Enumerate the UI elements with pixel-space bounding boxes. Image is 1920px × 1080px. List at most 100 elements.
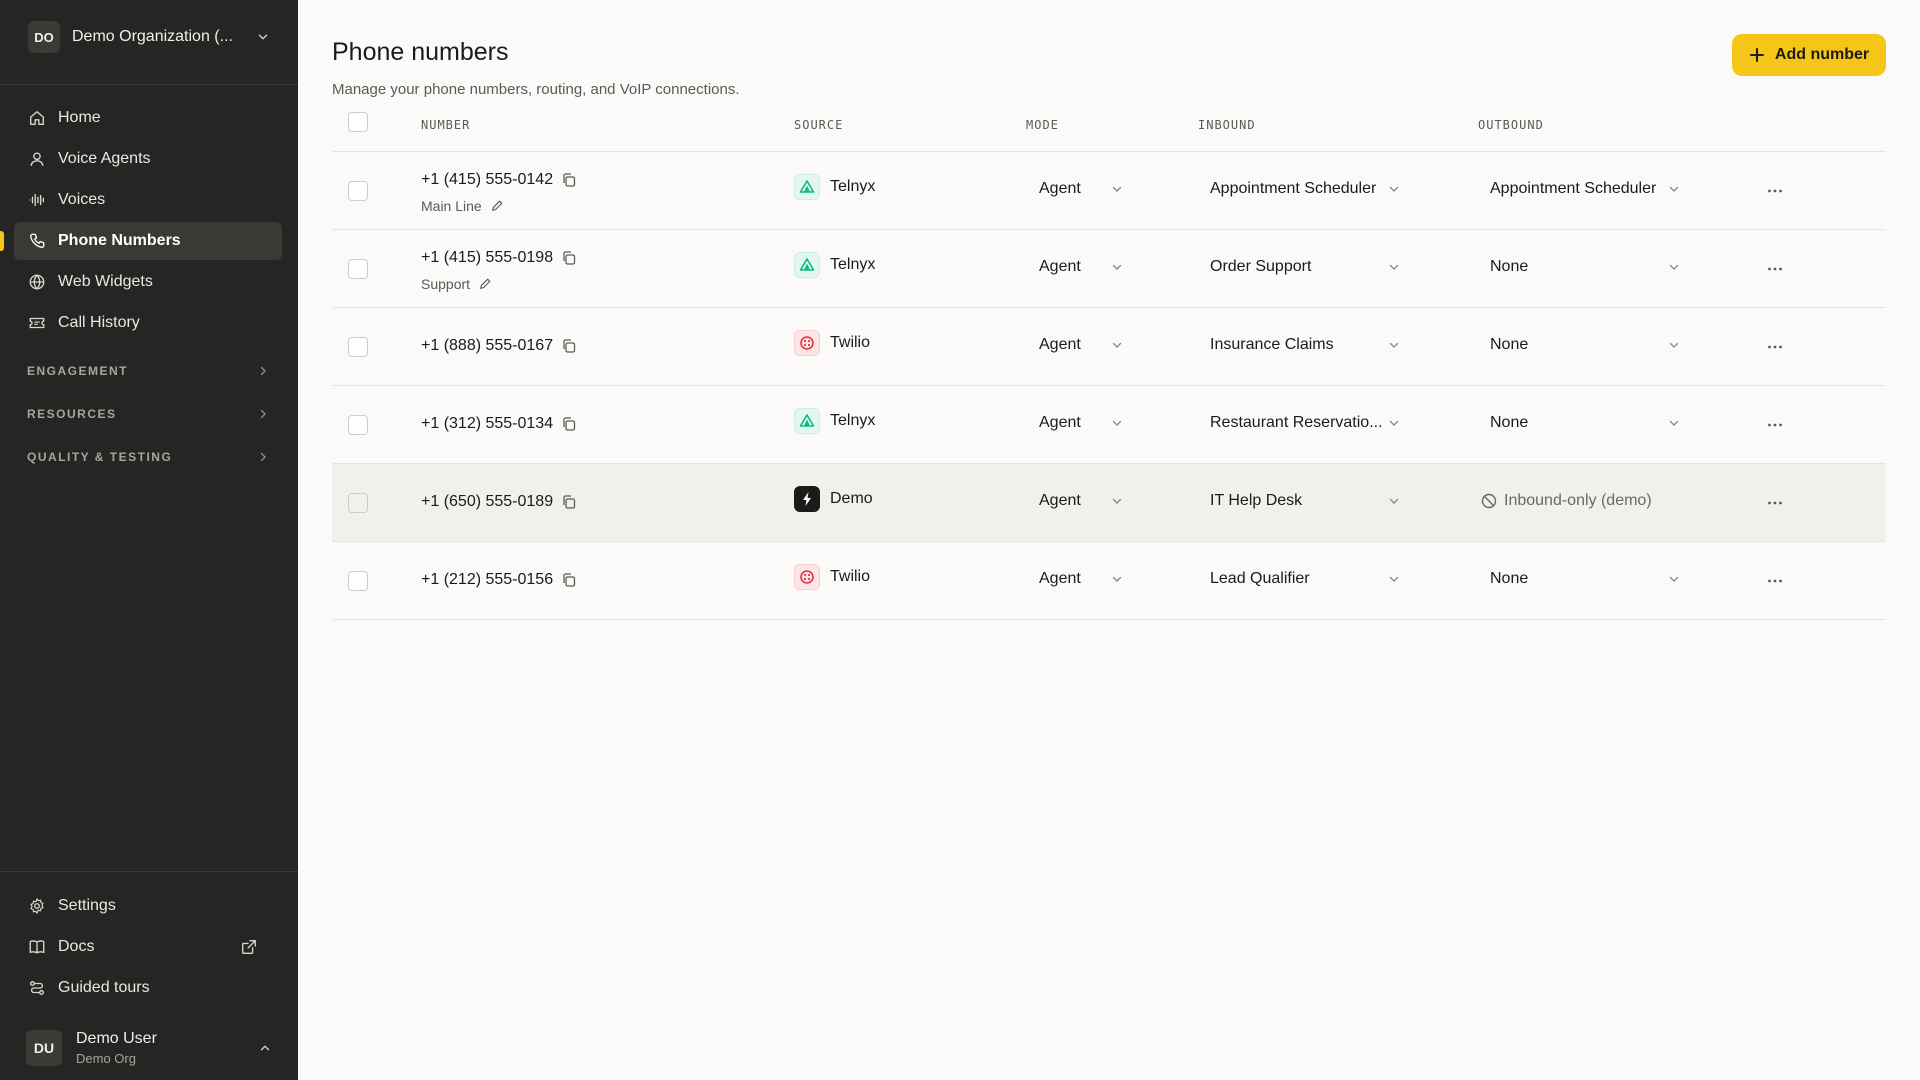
table-row[interactable]: +1 (212) 555-0156 Twilio Agent Lead Qual… — [332, 542, 1886, 620]
table-row[interactable]: +1 (888) 555-0167 Twilio Agent Insurance… — [332, 308, 1886, 386]
row-checkbox[interactable] — [348, 571, 368, 591]
nav-item-voice-agents[interactable]: Voice Agents — [14, 140, 282, 178]
phone-number: +1 (415) 555-0142 — [421, 171, 577, 189]
section-label: RESOURCES — [27, 407, 117, 421]
more-options-icon[interactable] — [1766, 416, 1784, 434]
mode-select[interactable]: Agent — [1039, 570, 1123, 588]
org-switcher[interactable]: DO Demo Organization (... — [28, 20, 270, 54]
telnyx-logo-icon — [794, 408, 820, 434]
row-checkbox[interactable] — [348, 337, 368, 357]
outbound-select[interactable]: None — [1490, 414, 1680, 432]
phone-number-text: +1 (650) 555-0189 — [421, 493, 554, 510]
inbound-select[interactable]: Insurance Claims — [1210, 336, 1400, 354]
column-header-inbound[interactable]: INBOUND — [1198, 118, 1256, 132]
select-all-checkbox[interactable] — [348, 112, 368, 132]
number-label[interactable]: Support — [421, 276, 492, 292]
section-resources[interactable]: RESOURCES — [27, 404, 269, 424]
nav-item-call-history[interactable]: Call History — [14, 304, 282, 342]
nav-item-docs[interactable]: Docs — [14, 928, 282, 966]
nav-item-settings[interactable]: Settings — [14, 887, 282, 925]
copy-icon[interactable] — [561, 416, 577, 432]
user-avatar: DU — [26, 1030, 62, 1066]
source-name: Telnyx — [830, 412, 876, 429]
outbound-disabled: Inbound-only (demo) — [1480, 492, 1652, 510]
bottom-nav: Settings Docs Guided tours — [14, 887, 282, 1010]
more-options-icon[interactable] — [1766, 338, 1784, 356]
outbound-select[interactable]: None — [1490, 258, 1680, 276]
nav-label: Voice Agents — [58, 150, 151, 167]
chevron-down-icon — [1669, 420, 1679, 426]
copy-icon[interactable] — [561, 172, 577, 188]
ticket-icon — [29, 317, 45, 329]
column-header-mode[interactable]: MODE — [1026, 118, 1059, 132]
user-icon — [30, 152, 44, 166]
source: Twilio — [794, 564, 870, 590]
phone-number-text: +1 (415) 555-0142 — [421, 171, 554, 188]
row-checkbox[interactable] — [348, 181, 368, 201]
nav-item-home[interactable]: Home — [14, 99, 282, 137]
number-label[interactable]: Main Line — [421, 198, 504, 214]
more-options-icon[interactable] — [1766, 494, 1784, 512]
plus-icon — [1749, 48, 1764, 62]
table-row[interactable]: +1 (312) 555-0134 Telnyx Agent Restauran… — [332, 386, 1886, 464]
telnyx-logo-icon — [794, 252, 820, 278]
mode-select[interactable]: Agent — [1039, 336, 1123, 354]
chevron-down-icon — [1669, 264, 1679, 270]
add-number-button[interactable]: Add number — [1732, 34, 1886, 76]
pencil-icon[interactable] — [490, 199, 504, 213]
row-checkbox[interactable] — [348, 415, 368, 435]
mode-select[interactable]: Agent — [1039, 414, 1123, 432]
chevron-down-icon — [1389, 498, 1399, 504]
inbound-select[interactable]: Order Support — [1210, 258, 1400, 276]
inbound-value: Lead Qualifier — [1210, 570, 1310, 587]
inbound-select[interactable]: IT Help Desk — [1210, 492, 1400, 510]
copy-icon[interactable] — [561, 338, 577, 354]
column-header-outbound[interactable]: OUTBOUND — [1478, 118, 1544, 132]
mode-select[interactable]: Agent — [1039, 258, 1123, 276]
more-options-icon[interactable] — [1766, 260, 1784, 278]
outbound-select[interactable]: None — [1490, 336, 1680, 354]
chevron-right-icon — [260, 452, 266, 462]
outbound-value: Inbound-only (demo) — [1504, 492, 1652, 509]
mode-value: Agent — [1039, 414, 1081, 431]
copy-icon[interactable] — [561, 572, 577, 588]
mode-select[interactable]: Agent — [1039, 180, 1123, 198]
nav-item-phone-numbers[interactable]: Phone Numbers — [0, 222, 282, 260]
divider — [0, 871, 298, 872]
nav-label: Call History — [58, 314, 140, 331]
inbound-select[interactable]: Restaurant Reservatio... — [1210, 414, 1400, 432]
chevron-down-icon — [1389, 420, 1399, 426]
inbound-select[interactable]: Lead Qualifier — [1210, 570, 1400, 588]
nav-label: Docs — [58, 938, 95, 955]
table-row[interactable]: +1 (650) 555-0189 Demo Agent IT Help Des… — [332, 464, 1886, 542]
source: Telnyx — [794, 408, 875, 434]
phone-number: +1 (650) 555-0189 — [421, 493, 577, 511]
nav-label: Web Widgets — [58, 273, 153, 290]
home-icon — [30, 111, 44, 125]
mode-select[interactable]: Agent — [1039, 492, 1123, 510]
outbound-select[interactable]: None — [1490, 570, 1680, 588]
source: Demo — [794, 486, 873, 512]
more-options-icon[interactable] — [1766, 572, 1784, 590]
copy-icon[interactable] — [561, 494, 577, 510]
nav-item-voices[interactable]: Voices — [14, 181, 282, 219]
more-options-icon[interactable] — [1766, 182, 1784, 200]
column-header-source[interactable]: SOURCE — [794, 118, 843, 132]
outbound-select[interactable]: Appointment Scheduler — [1490, 180, 1680, 198]
section-engagement[interactable]: ENGAGEMENT — [27, 361, 269, 381]
section-quality-testing[interactable]: QUALITY & TESTING — [27, 447, 269, 467]
source: Twilio — [794, 330, 870, 356]
nav-item-guided-tours[interactable]: Guided tours — [14, 969, 282, 1007]
table-row[interactable]: +1 (415) 555-0142 Main Line Telnyx Agent… — [332, 152, 1886, 230]
row-checkbox[interactable] — [348, 259, 368, 279]
inbound-select[interactable]: Appointment Scheduler — [1210, 180, 1400, 198]
inbound-value: Appointment Scheduler — [1210, 180, 1377, 197]
nav-item-web-widgets[interactable]: Web Widgets — [14, 263, 282, 301]
column-header-number[interactable]: NUMBER — [421, 118, 470, 132]
nav-label: Guided tours — [58, 979, 150, 996]
user-menu[interactable]: DU Demo User Demo Org — [26, 1026, 272, 1070]
row-checkbox[interactable] — [348, 493, 368, 513]
copy-icon[interactable] — [561, 250, 577, 266]
pencil-icon[interactable] — [478, 277, 492, 291]
table-row[interactable]: +1 (415) 555-0198 Support Telnyx Agent O… — [332, 230, 1886, 308]
